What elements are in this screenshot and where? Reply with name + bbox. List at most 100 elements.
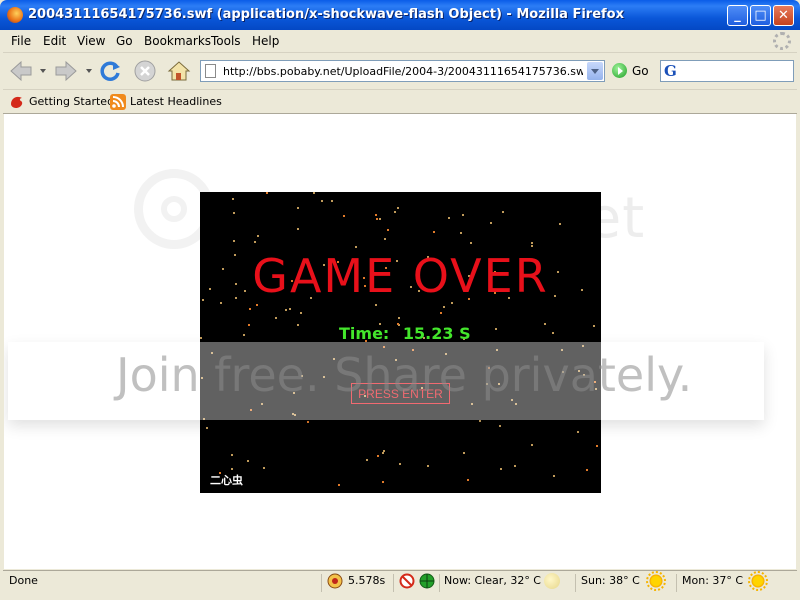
star (398, 317, 400, 319)
author-signature: 二心虫 (210, 474, 243, 487)
star (331, 200, 333, 202)
time-value: 15.23 S (402, 324, 471, 343)
home-icon[interactable] (166, 58, 192, 84)
star (231, 468, 233, 470)
star (433, 231, 435, 233)
star (257, 235, 259, 237)
url-bar[interactable] (200, 60, 605, 82)
block-icon[interactable] (399, 573, 415, 589)
menu-view[interactable]: View (77, 34, 105, 48)
star (499, 425, 501, 427)
star (275, 317, 277, 319)
maximize-button[interactable]: □ (750, 5, 771, 26)
navigation-toolbar: Go G (3, 53, 797, 90)
menu-edit[interactable]: Edit (43, 34, 66, 48)
sun-icon (646, 571, 666, 591)
star (285, 309, 287, 311)
star (247, 460, 249, 462)
star (460, 232, 462, 234)
game-over-title: GAME OVER (252, 249, 549, 303)
star (553, 475, 555, 477)
status-divider (676, 574, 677, 592)
window-title: 20043111654175736.swf (application/x-sho… (28, 7, 624, 22)
page-content: photobucket GAME OVER Time: 15.23 S PRES… (4, 114, 796, 569)
forward-history-dropdown-icon[interactable] (86, 69, 92, 73)
bookmarks-toolbar: Getting Started Latest Headlines (3, 90, 797, 114)
star (443, 306, 445, 308)
sun-icon (748, 571, 768, 591)
page-icon (205, 64, 216, 78)
star (596, 445, 598, 447)
star (514, 465, 516, 467)
menu-help[interactable]: Help (252, 34, 279, 48)
weather-mon[interactable]: Mon: 37° C (682, 574, 743, 587)
star (376, 218, 378, 220)
stop-icon[interactable] (132, 58, 158, 84)
star (593, 325, 595, 327)
forward-arrow-icon[interactable] (53, 58, 79, 84)
time-label: Time: (339, 324, 390, 343)
star (321, 200, 323, 202)
go-arrow-icon (612, 63, 627, 78)
star (338, 484, 340, 486)
star (397, 207, 399, 209)
star (233, 240, 235, 242)
star (256, 304, 258, 306)
weather-now[interactable]: Now: Clear, 32° C (444, 574, 541, 587)
reload-icon[interactable] (97, 58, 123, 84)
menu-file[interactable]: File (11, 34, 31, 48)
url-input[interactable] (223, 63, 583, 79)
title-bar: 20043111654175736.swf (application/x-sho… (0, 0, 800, 30)
time-readout: Time: 15.23 S (339, 324, 471, 343)
star (559, 223, 561, 225)
star (448, 217, 450, 219)
star (427, 465, 429, 467)
search-bar[interactable]: G (660, 60, 794, 82)
star (544, 323, 546, 325)
star (577, 431, 579, 433)
menu-bookmarks[interactable]: Bookmarks (144, 34, 211, 48)
star (243, 334, 245, 336)
star (297, 228, 299, 230)
go-label: Go (632, 64, 649, 78)
star (500, 468, 502, 470)
star (263, 467, 265, 469)
star (479, 420, 481, 422)
back-arrow-icon[interactable] (8, 58, 34, 84)
star (313, 192, 315, 194)
back-history-dropdown-icon[interactable] (40, 69, 46, 73)
throbber-icon (773, 32, 791, 50)
go-button[interactable]: Go (610, 60, 658, 82)
moon-icon (544, 573, 560, 589)
star (366, 459, 368, 461)
star (384, 238, 386, 240)
star (394, 211, 396, 213)
close-button[interactable]: ✕ (773, 5, 794, 26)
weather-sun[interactable]: Sun: 38° C (581, 574, 640, 587)
bookmark-label: Latest Headlines (130, 95, 222, 108)
menu-go[interactable]: Go (116, 34, 133, 48)
google-search-icon[interactable]: G (664, 62, 677, 80)
star (377, 455, 379, 457)
url-dropdown-icon[interactable] (587, 62, 603, 80)
star (300, 312, 302, 314)
menu-bar: File Edit View Go Bookmarks Tools Help (3, 30, 797, 53)
timer-extension-icon[interactable] (327, 573, 343, 589)
bookmark-label: Getting Started (29, 95, 115, 108)
star (379, 218, 381, 220)
star (297, 324, 299, 326)
star (289, 308, 291, 310)
star (375, 304, 377, 306)
star (495, 328, 497, 330)
status-divider (439, 574, 440, 592)
star (382, 481, 384, 483)
star (399, 463, 401, 465)
firefox-red-icon (11, 96, 23, 108)
menu-tools[interactable]: Tools (211, 34, 241, 48)
search-input[interactable] (685, 63, 789, 79)
star (355, 246, 357, 248)
status-text: Done (9, 574, 38, 587)
green-globe-icon[interactable] (419, 573, 435, 589)
status-divider (321, 574, 322, 592)
minimize-button[interactable]: _ (727, 5, 748, 26)
